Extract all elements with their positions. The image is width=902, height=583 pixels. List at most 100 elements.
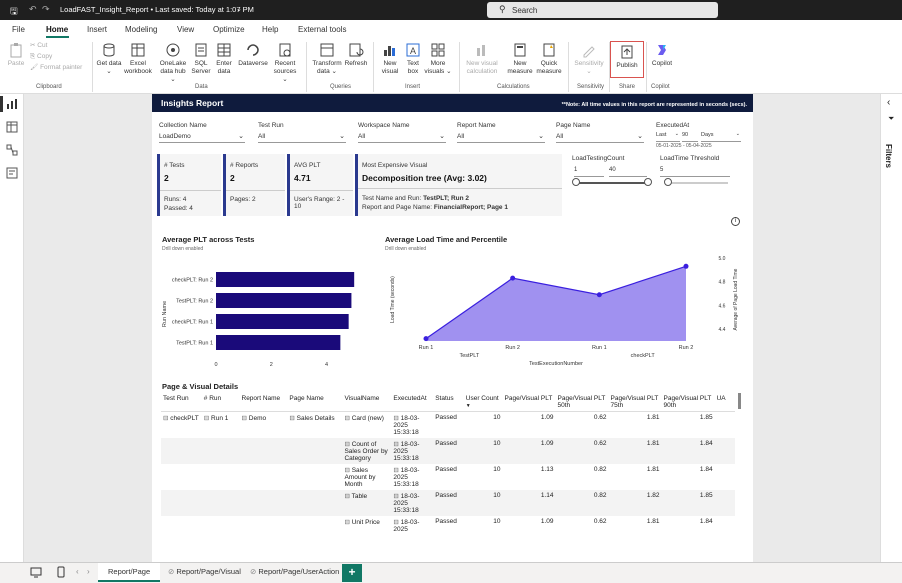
slicer-collection-dropdown[interactable]: LoadDemo ⌄ <box>159 132 245 143</box>
dataverse-button[interactable]: Dataverse <box>237 42 269 68</box>
menu-file[interactable]: File <box>12 25 25 34</box>
area-chart-visual[interactable]: Average Load Time and Percentile Drill d… <box>381 230 745 370</box>
document-title[interactable]: LoadFAST_Insight_Report • Last saved: To… <box>60 5 254 14</box>
more-visuals-button[interactable]: More visuals ⌄ <box>424 42 452 76</box>
executedat-unit-dropdown[interactable]: Days ⌄ <box>701 131 741 142</box>
new-visual-calculation-button[interactable]: New visual calculation <box>462 42 502 76</box>
load-time-threshold-input[interactable]: 5 <box>660 166 730 177</box>
report-view-icon[interactable] <box>6 98 18 110</box>
copilot-button[interactable]: Copilot <box>648 42 676 68</box>
report-header: Insights Report **Note: All time values … <box>152 94 753 112</box>
paste-button[interactable]: Paste <box>5 42 27 68</box>
refresh-button[interactable]: Refresh <box>344 42 368 68</box>
copy-button[interactable]: ⎘ Copy <box>30 53 52 61</box>
table-row[interactable]: ⊟ checkPLT ⊟ Run 1 ⊟ Demo ⊟ Sales Details ⊟ … <box>161 412 735 439</box>
col-plt-75th[interactable]: Page/Visual PLT 75th <box>608 393 662 412</box>
cell-executed-at: ⊟ 18-03-2025 15:33:18 <box>393 415 420 436</box>
slicer-workspace-dropdown[interactable]: All ⌄ <box>358 132 446 143</box>
slicer-page-dropdown[interactable]: All ⌄ <box>556 132 644 143</box>
prev-tab-icon[interactable]: ‹ <box>76 567 79 576</box>
info-icon[interactable]: i <box>731 217 740 226</box>
menu-view[interactable]: View <box>177 25 194 34</box>
table-scrollbar[interactable] <box>738 393 741 409</box>
collapse-icon: ⊟ <box>241 415 249 422</box>
col-page-name[interactable]: Page Name <box>287 393 343 412</box>
save-icon[interactable]: 🖫 <box>10 4 18 20</box>
data-point <box>596 292 602 298</box>
quick-measure-button[interactable]: Quick measure <box>535 42 563 76</box>
executedat-count-input[interactable]: 90 <box>682 131 698 142</box>
menu-help[interactable]: Help <box>262 25 278 34</box>
table-row[interactable]: ⊟ Unit Price ⊟ 18-03-2025 Passed 10 1.09 0.62… <box>161 516 735 535</box>
dax-query-view-icon[interactable] <box>6 167 18 179</box>
publish-button[interactable]: Publish <box>610 41 644 78</box>
col-executed-at[interactable]: ExecutedAt <box>391 393 434 412</box>
tab-report-page[interactable]: Report/Page <box>98 563 160 582</box>
expand-pane-icon[interactable]: ‹ <box>887 97 890 108</box>
tab-report-page-useraction[interactable]: ⊘ Report/Page/UserAction <box>250 567 339 576</box>
excel-workbook-button[interactable]: Excel workbook <box>122 42 154 76</box>
cut-button[interactable]: ✂ Cut <box>30 42 47 50</box>
slicer-testrun-dropdown[interactable]: All ⌄ <box>258 132 346 143</box>
menu-external-tools[interactable]: External tools <box>298 25 346 34</box>
add-page-button[interactable]: + <box>342 564 362 582</box>
table-row[interactable]: ⊟ Sales Amount by Month ⊟ 18-03-2025 15:3… <box>161 464 735 490</box>
sensitivity-button[interactable]: Sensitivity ⌄ <box>571 42 607 76</box>
col-plt-50th[interactable]: Page/Visual PLT 50th <box>555 393 609 412</box>
table-row[interactable]: ⊟ Count of Sales Order by Category ⊟ 18-0… <box>161 438 735 464</box>
col-status[interactable]: Status <box>433 393 464 412</box>
col-ua[interactable]: UA <box>714 393 735 412</box>
bar-chart-icon <box>384 46 395 56</box>
next-tab-icon[interactable]: › <box>87 567 90 576</box>
mobile-layout-icon[interactable] <box>57 566 65 578</box>
col-visual-name[interactable]: VisualName <box>342 393 392 412</box>
col-run[interactable]: # Run <box>201 393 240 412</box>
tab-report-page-visual[interactable]: ⊘ Report/Page/Visual <box>168 567 241 576</box>
threshold-slider-track[interactable] <box>668 182 728 184</box>
onelake-button[interactable]: OneLake data hub ⌄ <box>157 42 189 84</box>
table-row[interactable]: ⊟ Table ⊟ 18-03-2025 15:33:18 Passed 10 1.14… <box>161 490 735 516</box>
desktop-layout-icon[interactable] <box>30 567 42 578</box>
redo-icon[interactable]: ↷ <box>42 4 50 15</box>
menu-home[interactable]: Home <box>46 25 68 34</box>
recent-sources-button[interactable]: Recent sources ⌄ <box>270 42 300 84</box>
col-user-count[interactable]: User Count ▼ <box>463 393 503 412</box>
slicer-executedat-label: ExecutedAt <box>656 122 690 129</box>
load-testing-slider-track[interactable] <box>577 182 648 184</box>
chevron-down-icon[interactable]: ⌄ <box>236 5 242 13</box>
col-test-run[interactable]: Test Run <box>161 393 202 412</box>
category-label: checkPLT: Run 1 <box>172 320 213 326</box>
load-testing-max-input[interactable]: 40 <box>609 166 647 177</box>
search-box[interactable]: ⚲ Search <box>487 2 718 18</box>
text-box-button[interactable]: A Text box <box>403 42 423 76</box>
cell-empty <box>240 438 288 464</box>
sql-server-button[interactable]: SQL Server <box>191 42 211 76</box>
model-view-icon[interactable] <box>6 144 18 156</box>
brush-icon: 🖌 <box>30 64 41 71</box>
slicer-report-dropdown[interactable]: All ⌄ <box>457 132 545 143</box>
menu-modeling[interactable]: Modeling <box>125 25 157 34</box>
col-plt-90th[interactable]: Page/Visual PLT 90th <box>661 393 715 412</box>
enter-data-button[interactable]: Enter data <box>215 42 233 76</box>
undo-icon[interactable]: ↶ <box>29 4 37 15</box>
col-report-name[interactable]: Report Name <box>239 393 288 412</box>
get-data-button[interactable]: Get data ⌄ <box>96 42 122 76</box>
format-painter-button[interactable]: 🖌 Format painter <box>30 64 82 72</box>
load-testing-min-input[interactable]: 1 <box>574 166 604 177</box>
threshold-slider-handle[interactable] <box>664 178 672 186</box>
data-point <box>423 336 429 342</box>
slider-handle-max[interactable] <box>644 178 652 186</box>
cell-user-count: 10 <box>493 440 501 447</box>
filters-pane-collapsed[interactable]: ‹ ⏷ Filters <box>880 94 902 562</box>
new-visual-button[interactable]: New visual <box>378 42 402 76</box>
executedat-mode-dropdown[interactable]: Last ⌄ <box>656 131 680 142</box>
bar-chart-visual[interactable]: Average PLT across Tests Drill down enab… <box>158 230 373 370</box>
menu-insert[interactable]: Insert <box>87 25 107 34</box>
table-view-icon[interactable] <box>6 121 18 133</box>
new-measure-button[interactable]: New measure <box>505 42 535 76</box>
slider-handle-min[interactable] <box>572 178 580 186</box>
transform-data-button[interactable]: Transform data ⌄ <box>311 42 343 76</box>
page-visual-details-table[interactable]: Page & Visual Details Test Run # Run Rep… <box>158 377 745 553</box>
menu-optimize[interactable]: Optimize <box>213 25 245 34</box>
col-plt[interactable]: Page/Visual PLT <box>502 393 556 412</box>
